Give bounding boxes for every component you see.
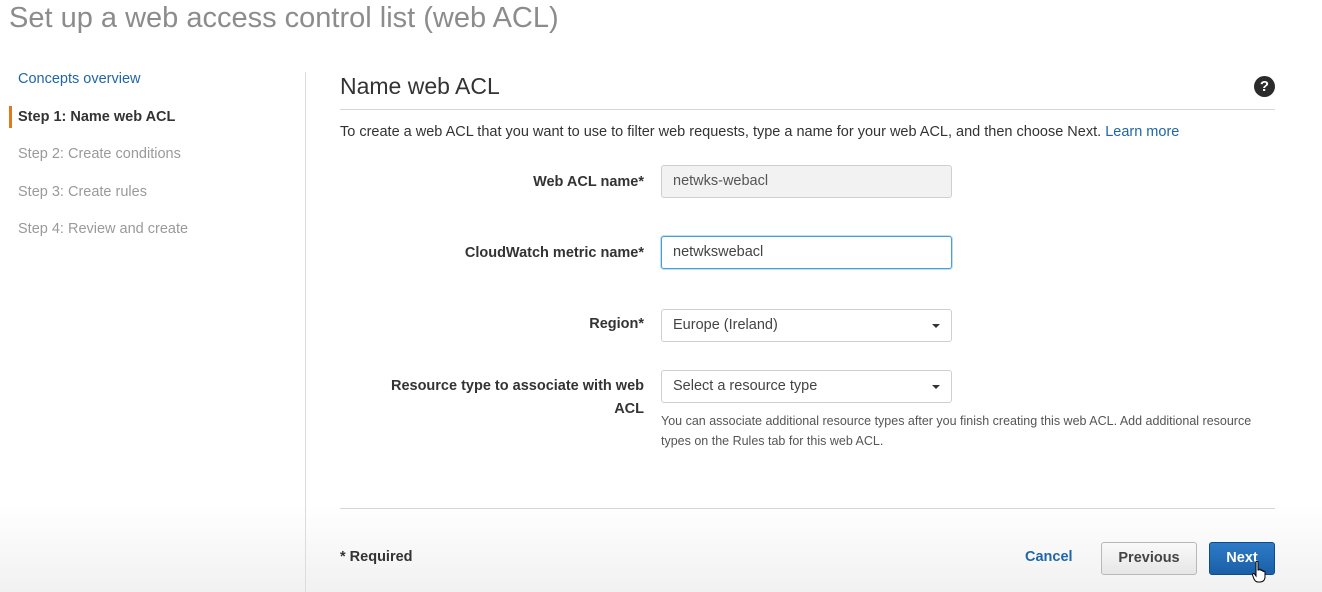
intro-description: To create a web ACL that you want to use…	[340, 124, 1102, 140]
nav-step-4: Step 4: Review and create	[18, 221, 189, 237]
help-icon[interactable]: ?	[1254, 76, 1275, 97]
required-note: * Required	[340, 549, 413, 565]
region-label: Region*	[589, 316, 644, 332]
cancel-button[interactable]: Cancel	[1025, 549, 1073, 565]
footer-divider	[340, 508, 1275, 509]
resource-type-selected-value: Select a resource type	[673, 378, 818, 394]
resource-type-hint: You can associate additional resource ty…	[661, 414, 1252, 448]
region-select[interactable]: Europe (Ireland)	[661, 309, 952, 342]
resource-type-select[interactable]: Select a resource type	[661, 370, 952, 403]
title-divider	[340, 109, 1275, 110]
chevron-down-icon	[932, 324, 940, 328]
nav-step-1[interactable]: Step 1: Name web ACL	[9, 105, 299, 144]
learn-more-link[interactable]: Learn more	[1105, 124, 1179, 140]
nav-step-2: Step 2: Create conditions	[18, 146, 181, 162]
metric-name-field[interactable]: netwkswebacl	[661, 236, 952, 269]
nav-concepts-overview[interactable]: Concepts overview	[9, 68, 299, 106]
sidebar-divider	[305, 72, 306, 592]
panel-title: Name web ACL	[340, 73, 500, 99]
previous-button[interactable]: Previous	[1101, 542, 1197, 575]
region-selected-value: Europe (Ireland)	[673, 317, 778, 333]
intro-text: To create a web ACL that you want to use…	[340, 124, 1179, 140]
metric-name-label: CloudWatch metric name*	[464, 245, 644, 261]
wizard-steps-nav: Concepts overview Step 1: Name web ACL S…	[9, 68, 299, 256]
resource-type-label: Resource type to associate with web ACL	[390, 378, 644, 417]
chevron-down-icon	[932, 385, 940, 389]
page-title: Set up a web access control list (web AC…	[9, 2, 559, 34]
webacl-name-label: Web ACL name*	[533, 174, 644, 190]
nav-step-3: Step 3: Create rules	[18, 183, 147, 200]
hand-cursor-icon	[1252, 561, 1266, 583]
webacl-name-field[interactable]: netwks-webacl	[661, 165, 952, 198]
